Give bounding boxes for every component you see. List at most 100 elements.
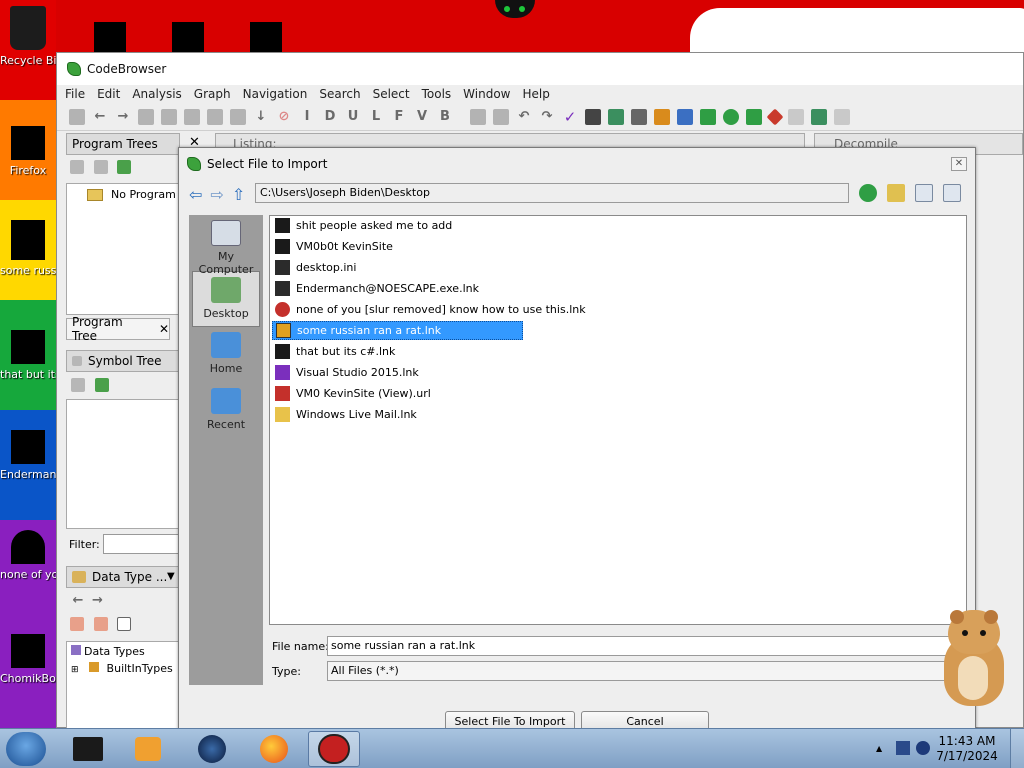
dialog-titlebar[interactable]: Select File to Import: [179, 148, 975, 180]
checkmark-icon[interactable]: ✓: [562, 109, 578, 125]
file-item[interactable]: Visual Studio 2015.lnk: [272, 363, 425, 382]
desktop-icon-recycle-bin[interactable]: Recycle Bin: [0, 6, 56, 67]
program-icon-2[interactable]: [93, 160, 108, 174]
place-home[interactable]: Home: [192, 327, 260, 383]
dialog-close-button[interactable]: ✕: [951, 157, 967, 171]
bytes-icon[interactable]: [631, 108, 647, 125]
tree-icon[interactable]: [834, 108, 850, 125]
place-my-computer[interactable]: My Computer: [192, 215, 260, 276]
taskbar-app-black-box[interactable]: [62, 731, 114, 767]
nav-icon-4[interactable]: [207, 108, 223, 125]
place-recent[interactable]: Recent: [192, 383, 260, 439]
undefined-u-icon[interactable]: U: [345, 109, 361, 125]
file-item-selected[interactable]: some russian ran a rat.lnk: [272, 321, 523, 340]
no-program-item[interactable]: No Program: [87, 188, 179, 201]
network-icon[interactable]: [896, 741, 910, 755]
menu-navigation[interactable]: Navigation: [243, 87, 308, 101]
desktop-icon-chomikbox[interactable]: ChomikBox: [0, 634, 56, 685]
expand-icon[interactable]: ⊞: [71, 665, 79, 675]
new-folder-icon[interactable]: [887, 184, 905, 202]
tool-icon-2[interactable]: [493, 108, 509, 125]
back-arrow-icon[interactable]: ⇦: [189, 185, 202, 204]
menu-graph[interactable]: Graph: [194, 87, 231, 101]
menu-window[interactable]: Window: [463, 87, 510, 101]
function-f-icon[interactable]: F: [391, 109, 407, 125]
forward-arrow-icon[interactable]: ⇨: [210, 185, 223, 204]
bookmark-b-icon[interactable]: B: [437, 109, 453, 125]
symbol-icon-2[interactable]: [94, 378, 109, 392]
menu-file[interactable]: File: [65, 87, 85, 101]
diamond-icon[interactable]: [766, 108, 784, 125]
undo-icon[interactable]: ↶: [516, 109, 532, 125]
table-icon[interactable]: [788, 108, 804, 125]
instruction-i-icon[interactable]: I: [299, 109, 315, 125]
clock[interactable]: 11:43 AM 7/17/2024: [932, 734, 1002, 764]
show-desktop-button[interactable]: [1010, 729, 1024, 768]
desktop-icon-none-of-you[interactable]: none of you [slur removed] know: [0, 530, 56, 581]
refresh-icon[interactable]: [859, 184, 877, 202]
redo-icon[interactable]: ↷: [539, 109, 555, 125]
up-arrow-icon[interactable]: ⇧: [232, 185, 245, 204]
desktop-icon-russian-rat[interactable]: some russian ran a rat: [0, 220, 56, 277]
memory-icon[interactable]: [585, 108, 601, 125]
back-arrow-icon[interactable]: ←: [92, 109, 108, 125]
menu-analysis[interactable]: Analysis: [132, 87, 181, 101]
file-item[interactable]: that but its c#.lnk: [272, 342, 401, 361]
list-view-icon[interactable]: [915, 184, 933, 202]
back-arrow-icon[interactable]: ←: [70, 593, 86, 609]
desktop-icon-endermanch[interactable]: Endermanch: [0, 430, 56, 481]
file-item[interactable]: desktop.ini: [272, 258, 362, 277]
file-item[interactable]: Endermanch@NOESCAPE.exe.lnk: [272, 279, 485, 298]
refresh-icon[interactable]: [608, 108, 624, 125]
taskbar-media-player[interactable]: [122, 731, 174, 767]
file-item[interactable]: shit people asked me to add: [272, 216, 458, 235]
program-icon-3[interactable]: [117, 160, 131, 174]
forward-arrow-icon[interactable]: →: [90, 593, 106, 609]
nav-icon-2[interactable]: [161, 108, 177, 125]
collapse-icon[interactable]: [117, 617, 131, 631]
menu-select[interactable]: Select: [373, 87, 410, 101]
tab-close-icon[interactable]: ✕: [159, 322, 169, 336]
variable-v-icon[interactable]: V: [414, 109, 430, 125]
desktop-icon-firefox[interactable]: Firefox: [0, 126, 56, 177]
tool-icon-1[interactable]: [470, 108, 486, 125]
run-icon[interactable]: [723, 108, 739, 125]
filter-icon-1[interactable]: [70, 617, 84, 631]
forward-arrow-icon[interactable]: →: [115, 109, 131, 125]
tray-expand-icon[interactable]: ▲: [876, 744, 882, 753]
taskbar-ghidra[interactable]: [308, 731, 360, 767]
nav-icon-3[interactable]: [184, 108, 200, 125]
file-name-input[interactable]: some russian ran a rat.lnk: [327, 636, 987, 656]
place-desktop[interactable]: Desktop: [192, 271, 260, 327]
nav-icon-5[interactable]: [230, 108, 246, 125]
desktop-icon-top-3[interactable]: [250, 22, 282, 52]
file-item[interactable]: Windows Live Mail.lnk: [272, 405, 423, 424]
ascii-icon[interactable]: [654, 108, 670, 125]
window-titlebar[interactable]: CodeBrowser: [57, 53, 1023, 85]
program-icon-1[interactable]: [70, 160, 84, 174]
desktop-icon-top-2[interactable]: [172, 22, 204, 52]
start-button[interactable]: [6, 732, 46, 766]
dropdown-arrow-icon[interactable]: ▼: [167, 571, 175, 582]
menu-search[interactable]: Search: [319, 87, 360, 101]
volume-icon[interactable]: [916, 741, 930, 755]
export-icon[interactable]: [811, 108, 827, 125]
taskbar-globe[interactable]: [186, 731, 238, 767]
console-icon[interactable]: [746, 108, 762, 125]
nav-icon-1[interactable]: [138, 108, 154, 125]
label-l-icon[interactable]: L: [368, 109, 384, 125]
stop-icon[interactable]: ⊘: [276, 109, 292, 125]
down-arrow-icon[interactable]: ↓: [253, 109, 269, 125]
desktop-icon-csharp[interactable]: that but its c#: [0, 330, 56, 381]
desktop-icon-top-1[interactable]: [94, 22, 126, 52]
filter-input[interactable]: [103, 534, 181, 554]
menu-help[interactable]: Help: [523, 87, 550, 101]
filter-icon-2[interactable]: [93, 617, 108, 631]
menu-edit[interactable]: Edit: [97, 87, 120, 101]
tree-node-builtintypes[interactable]: ⊞ BuiltInTypes: [71, 662, 179, 675]
path-field[interactable]: C:\Users\Joseph Biden\Desktop: [255, 183, 849, 203]
menu-tools[interactable]: Tools: [422, 87, 452, 101]
symbol-icon-1[interactable]: [71, 378, 85, 392]
graph-icon[interactable]: [700, 108, 716, 125]
data-d-icon[interactable]: D: [322, 109, 338, 125]
